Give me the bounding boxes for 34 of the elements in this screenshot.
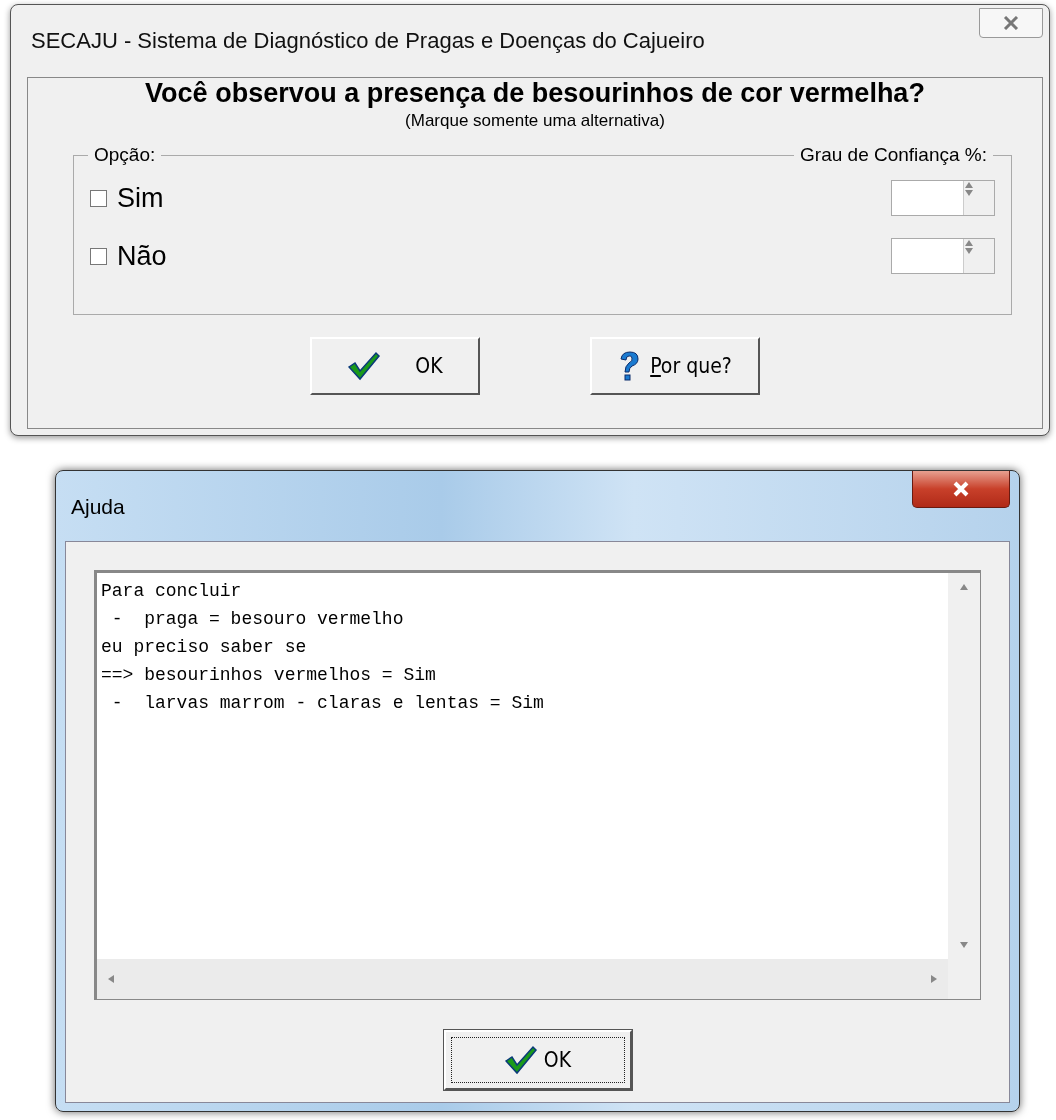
scroll-up-arrow[interactable] [959,583,969,591]
spin-down-arrow[interactable] [964,247,974,255]
confidence-spinbox[interactable] [891,238,995,274]
help-text-line: ==> besourinhos vermelhos = Sim [101,664,437,687]
spin-down-arrow[interactable] [964,189,974,197]
question-icon [618,351,641,381]
vertical-scrollbar[interactable] [948,573,980,959]
checkmark-icon [347,351,382,381]
scroll-left-arrow[interactable] [107,974,115,984]
confidence-spinbox[interactable] [891,180,995,216]
question-text: Você observou a presença de besourinhos de cor vermelha? [145,78,925,109]
checkmark-icon [503,1045,538,1075]
help-text-line: eu preciso saber se [101,636,308,659]
close-icon [1003,16,1019,30]
option-checkbox[interactable]: Não [90,240,167,272]
spin-up-arrow[interactable] [964,239,974,247]
window-title: Ajuda [71,495,125,520]
why-button[interactable]: Por que? [590,337,760,395]
help-text-line: - praga = besouro vermelho [110,608,405,631]
scroll-down-arrow[interactable] [959,941,969,949]
ok-button[interactable]: OK [310,337,480,395]
horizontal-scrollbar[interactable] [97,959,948,999]
instruction-text: (Marque somente uma alternativa) [405,111,665,131]
help-text-area[interactable]: Para concluir - praga = besouro vermelho eu preciso saber se ==> besourinhos vermelhos = Sim - larvas marrom - claras e lentas = Sim [94,570,981,1000]
close-icon [952,481,970,497]
ok-button[interactable]: OK [443,1030,632,1090]
help-text-line: - larvas marrom - claras e lentas = Sim [110,692,545,715]
spin-up-arrow[interactable] [964,181,974,189]
close-button[interactable] [912,471,1010,508]
scroll-right-arrow[interactable] [930,974,938,984]
help-text-line: Para concluir [101,580,243,603]
option-checkbox[interactable]: Sim [90,182,164,214]
window-title: SECAJU - Sistema de Diagnóstico de Pragas e Doenças do Cajueiro [31,28,705,54]
scrollbar-corner [948,959,980,999]
